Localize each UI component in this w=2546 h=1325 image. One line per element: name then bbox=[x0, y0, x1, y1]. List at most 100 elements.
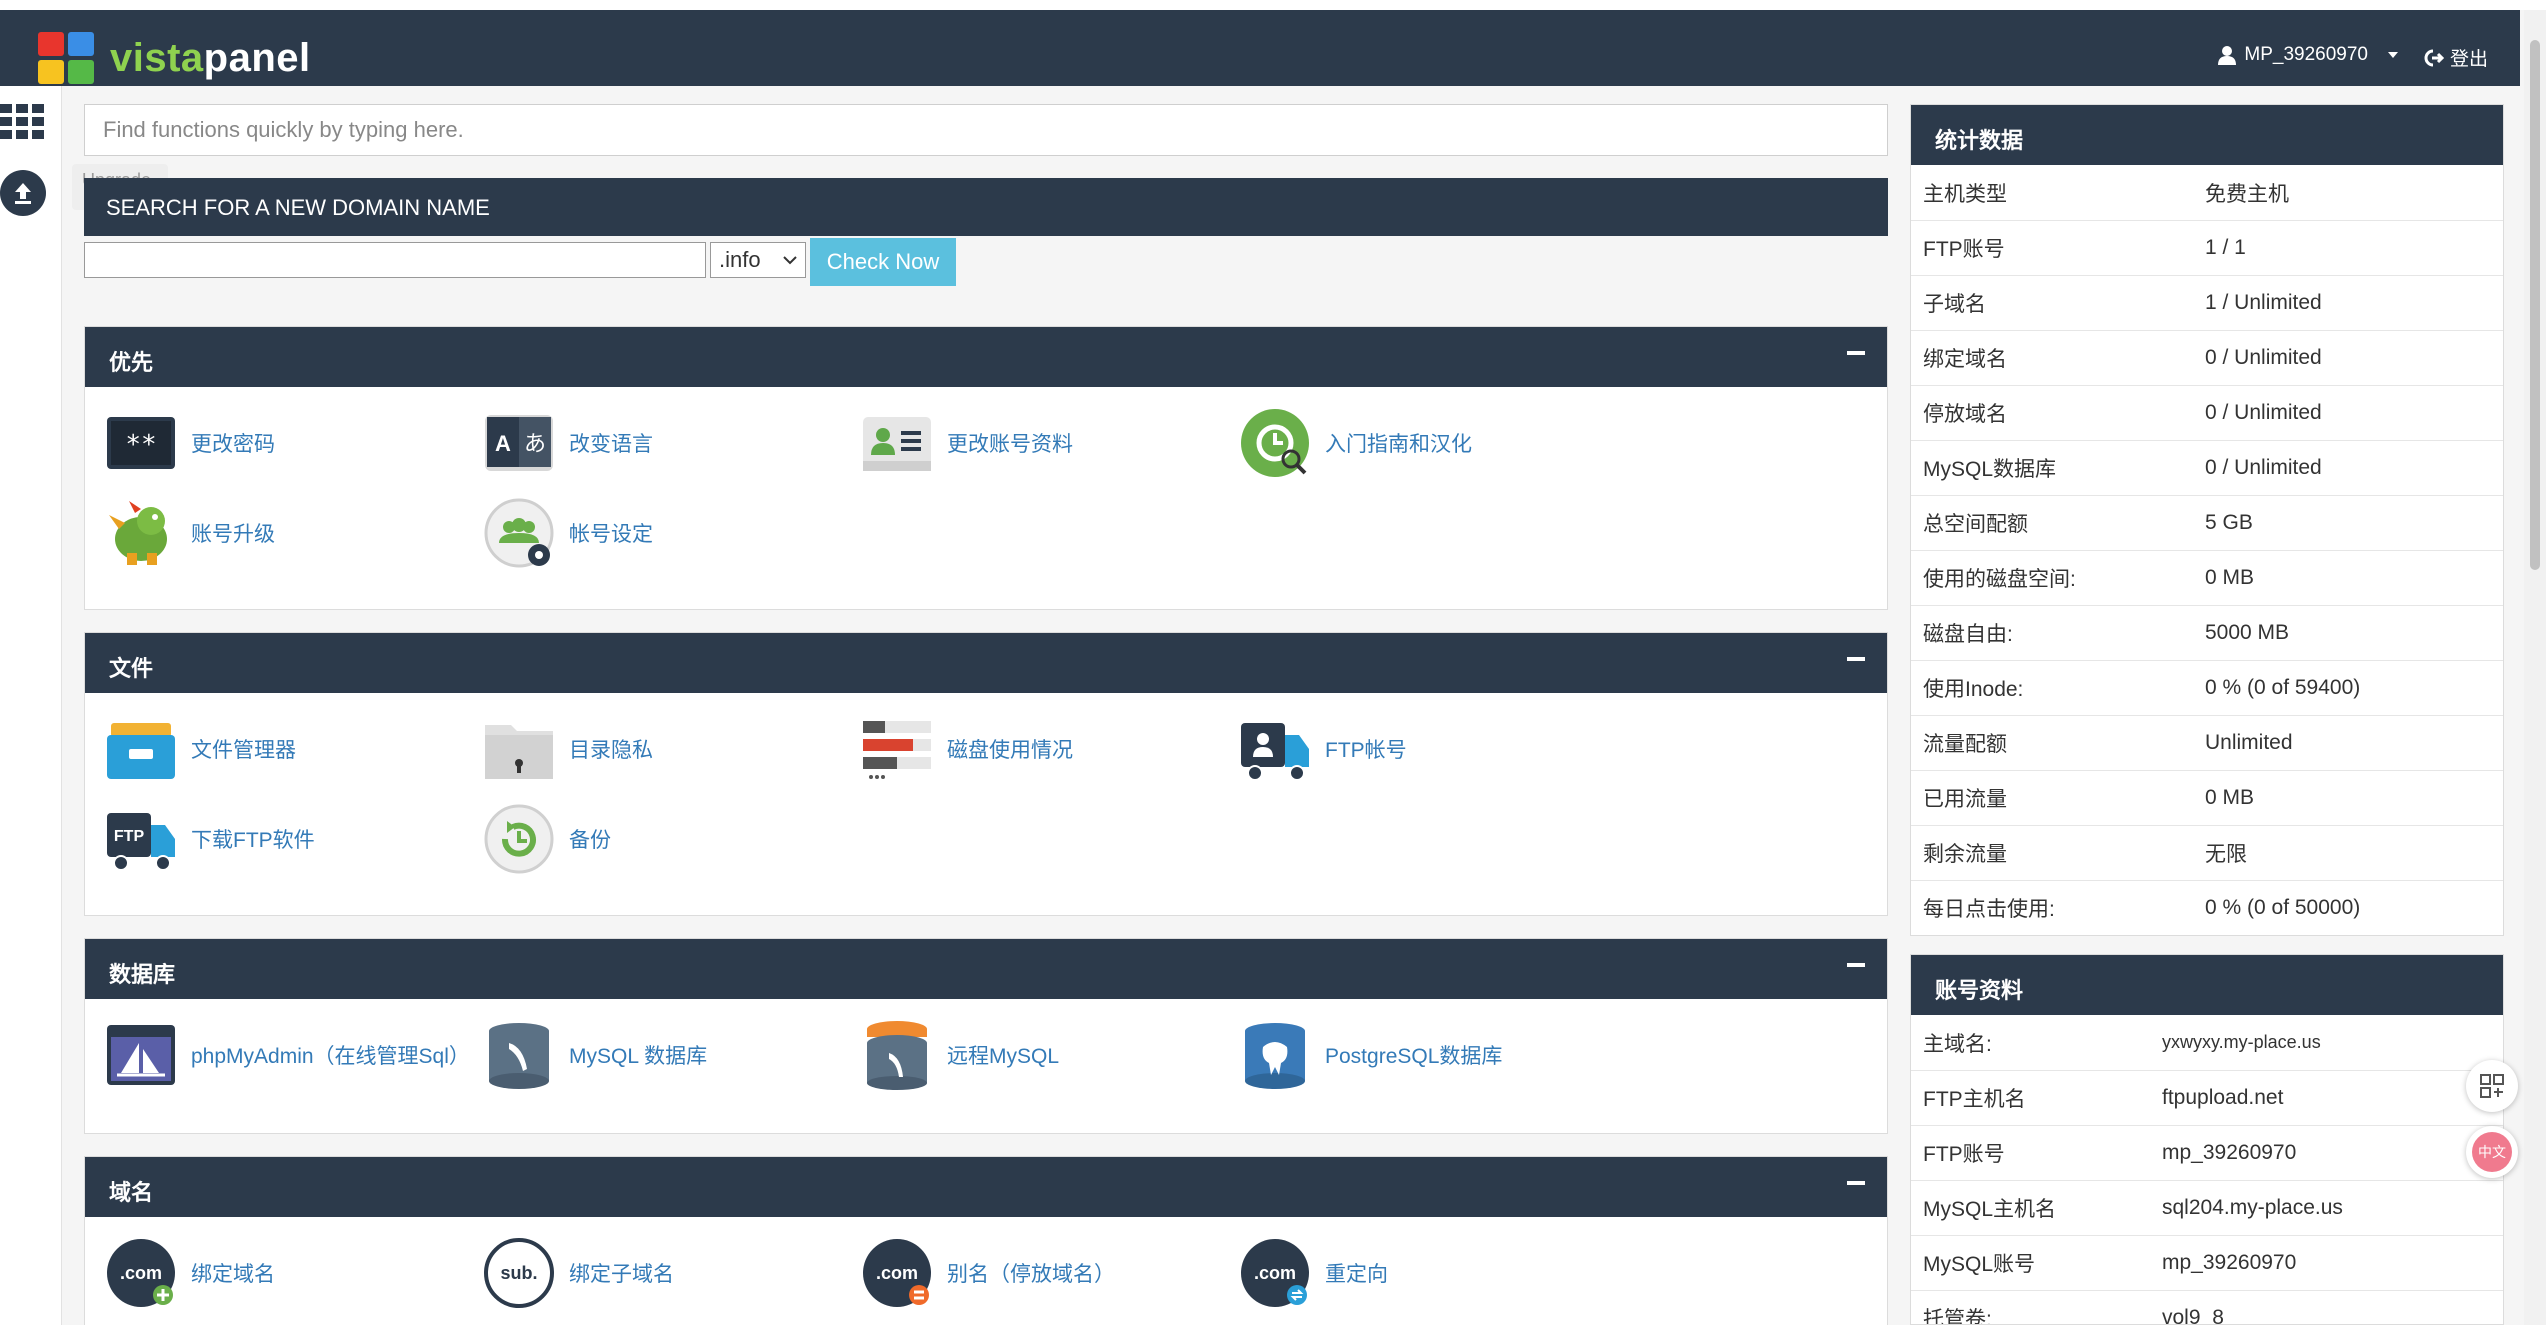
item-download-ftp-software[interactable]: FTP 下载FTP软件 bbox=[105, 803, 315, 875]
info-row-value: yxwyxy.my-place.us bbox=[2162, 1032, 2321, 1052]
item-account-upgrade[interactable]: 账号升级 bbox=[105, 497, 275, 569]
brand-name: vistapanel bbox=[110, 36, 311, 80]
item-file-manager[interactable]: 文件管理器 bbox=[105, 713, 296, 785]
info-row-value: Unlimited bbox=[2205, 731, 2293, 754]
collapse-icon[interactable] bbox=[1847, 1181, 1865, 1185]
info-row: FTP主机名 ftpupload.net bbox=[1911, 1070, 2503, 1125]
item-getting-started[interactable]: 入门指南和汉化 bbox=[1239, 407, 1472, 479]
info-row: MySQL主机名 sql204.my-place.us bbox=[1911, 1180, 2503, 1235]
panel-title: 优先 bbox=[109, 350, 154, 375]
item-subdomains[interactable]: sub. 绑定子域名 bbox=[483, 1237, 674, 1309]
domain-badge: .com bbox=[120, 1263, 162, 1283]
file-manager-icon bbox=[107, 723, 175, 779]
remote-mysql-icon bbox=[867, 1021, 927, 1090]
info-row-value: 免费主机 bbox=[2205, 182, 2289, 206]
svg-text:FTP: FTP bbox=[114, 828, 145, 845]
stats-panel: 统计数据 主机类型 免费主机 FTP账号 1 / 1 子域名 1 / Unlimited 绑… bbox=[1910, 104, 2504, 936]
info-row-value: 无限 bbox=[2205, 843, 2247, 866]
domain-badge: .com bbox=[1254, 1263, 1296, 1283]
postgresql-icon bbox=[1245, 1023, 1305, 1089]
info-row-label: 停放域名 bbox=[1923, 403, 2007, 426]
translate-button[interactable]: 中文 bbox=[2466, 1126, 2518, 1178]
info-row: 磁盘自由: 5000 MB bbox=[1911, 605, 2503, 660]
chevron-down-icon bbox=[783, 256, 797, 265]
user-menu[interactable]: MP_39260970 bbox=[2218, 44, 2400, 66]
info-row-value: 5 GB bbox=[2205, 511, 2253, 534]
collapse-icon[interactable] bbox=[1847, 657, 1865, 661]
item-backup[interactable]: 备份 bbox=[483, 803, 611, 875]
info-row-value: 0 / Unlimited bbox=[2205, 456, 2322, 479]
scrollbar-thumb[interactable] bbox=[2530, 40, 2540, 570]
sign-out-icon bbox=[2424, 49, 2444, 66]
info-row-value: 0 / Unlimited bbox=[2205, 346, 2322, 369]
account-panel: 账号资料 主域名: yxwyxy.my-place.us FTP主机名 ftpuplo… bbox=[1910, 954, 2504, 1325]
panel-domains-header[interactable]: 域名 bbox=[85, 1157, 1887, 1217]
password-icon: ** bbox=[107, 417, 175, 469]
item-account-profile[interactable]: 更改账号资料 bbox=[861, 407, 1073, 479]
tld-select[interactable]: .info bbox=[710, 242, 806, 278]
info-row: 停放域名 0 / Unlimited bbox=[1911, 385, 2503, 440]
ftp-software-icon: FTP bbox=[107, 813, 175, 871]
info-row-value: mp_39260970 bbox=[2162, 1251, 2297, 1274]
item-account-settings[interactable]: 帐号设定 bbox=[483, 497, 653, 569]
domain-name-input[interactable] bbox=[84, 242, 706, 278]
qr-code-button[interactable] bbox=[2466, 1060, 2518, 1112]
info-row-label: 剩余流量 bbox=[1923, 843, 2007, 866]
info-row-label: 每日点击使用: bbox=[1923, 898, 2055, 921]
info-row: 每日点击使用: 0 % (0 of 50000) bbox=[1911, 880, 2503, 935]
function-search-input[interactable] bbox=[84, 104, 1888, 156]
panel-databases-header[interactable]: 数据库 bbox=[85, 939, 1887, 999]
info-row: 使用的磁盘空间: 0 MB bbox=[1911, 550, 2503, 605]
item-redirects[interactable]: .com 重定向 bbox=[1239, 1237, 1388, 1309]
item-mysql-databases[interactable]: MySQL 数据库 bbox=[483, 1019, 707, 1091]
item-phpmyadmin[interactable]: phpMyAdmin（在线管理Sql） bbox=[105, 1019, 470, 1091]
logout-button[interactable]: 登出 bbox=[2424, 44, 2488, 71]
item-disk-usage[interactable]: 磁盘使用情况 bbox=[861, 713, 1073, 785]
panel-title: 域名 bbox=[109, 1180, 154, 1205]
info-row-value: 0 % (0 of 59400) bbox=[2205, 676, 2361, 699]
info-row-value: sql204.my-place.us bbox=[2162, 1196, 2343, 1219]
panel-files-header[interactable]: 文件 bbox=[85, 633, 1887, 693]
apps-grid-icon[interactable] bbox=[0, 104, 46, 140]
info-row-label: 流量配额 bbox=[1923, 733, 2007, 756]
logo-squares-icon bbox=[38, 32, 94, 84]
qr-code-icon bbox=[2480, 1074, 2504, 1098]
info-row-label: 已用流量 bbox=[1923, 788, 2007, 811]
item-remote-mysql[interactable]: 远程MySQL bbox=[861, 1019, 1059, 1091]
info-row: 子域名 1 / Unlimited bbox=[1911, 275, 2503, 330]
item-parked-domains[interactable]: .com 别名（停放域名） bbox=[861, 1237, 1115, 1309]
tld-selected-value: .info bbox=[719, 247, 761, 272]
backup-icon bbox=[484, 804, 554, 874]
panel-domains: 域名 .com 绑定域名 sub. 绑定子域名 .com 别名（停放域名） .c… bbox=[84, 1156, 1888, 1325]
svg-text:**: ** bbox=[125, 430, 156, 460]
item-addon-domains[interactable]: .com 绑定域名 bbox=[105, 1237, 275, 1309]
item-ftp-accounts[interactable]: FTP帐号 bbox=[1239, 713, 1407, 785]
vistapanel-logo[interactable]: vistapanel bbox=[38, 32, 311, 84]
account-settings-icon bbox=[484, 498, 554, 568]
info-row: 总空间配额 5 GB bbox=[1911, 495, 2503, 550]
ftp-accounts-icon bbox=[1241, 723, 1309, 781]
info-row-label: 总空间配额 bbox=[1923, 513, 2028, 536]
panel-databases: 数据库 phpMyAdmin（在线管理Sql） MySQL 数据库 远程MySQ… bbox=[84, 938, 1888, 1134]
info-row-value: 1 / Unlimited bbox=[2205, 291, 2322, 314]
collapse-icon[interactable] bbox=[1847, 351, 1865, 355]
upgrade-icon[interactable] bbox=[0, 170, 46, 216]
check-now-button[interactable]: Check Now bbox=[810, 238, 956, 286]
info-row-value: 0 / Unlimited bbox=[2205, 401, 2322, 424]
account-panel-title: 账号资料 bbox=[1911, 955, 2503, 1015]
item-postgresql[interactable]: PostgreSQL数据库 bbox=[1239, 1019, 1502, 1091]
info-row: 使用Inode: 0 % (0 of 59400) bbox=[1911, 660, 2503, 715]
collapse-icon[interactable] bbox=[1847, 963, 1865, 967]
domain-badge: .com bbox=[876, 1263, 918, 1283]
item-directory-privacy[interactable]: 目录隐私 bbox=[483, 713, 653, 785]
item-change-language[interactable]: Aあ 改变语言 bbox=[483, 407, 653, 479]
item-change-password[interactable]: ** 更改密码 bbox=[105, 407, 275, 479]
translate-icon: 中文 bbox=[2472, 1132, 2512, 1172]
panel-priority-header[interactable]: 优先 bbox=[85, 327, 1887, 387]
info-row-label: 使用Inode: bbox=[1923, 678, 2024, 701]
info-row: MySQL账号 mp_39260970 bbox=[1911, 1235, 2503, 1290]
dragon-upgrade-icon bbox=[109, 501, 167, 565]
info-row-label: FTP账号 bbox=[1923, 1143, 2005, 1166]
svg-text:あ: あ bbox=[524, 432, 546, 457]
info-row-label: FTP主机名 bbox=[1923, 1088, 2026, 1111]
